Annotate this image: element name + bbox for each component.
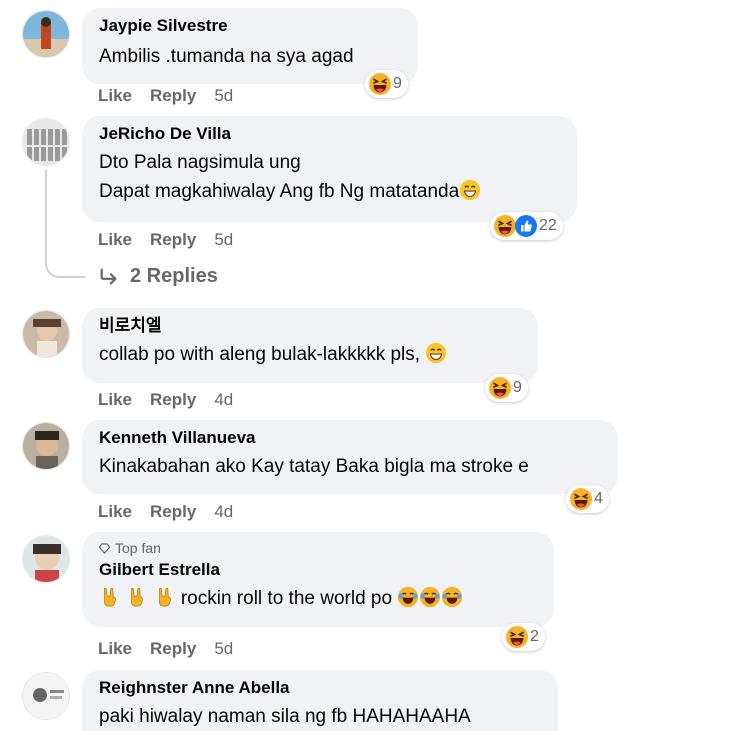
- comment-actions: Like Reply 5d: [98, 639, 233, 659]
- laughing-tears-icon: [441, 586, 463, 608]
- view-replies-button[interactable]: 2 Replies: [98, 265, 218, 288]
- rock-on-hand-icon: [126, 586, 148, 608]
- haha-icon: [368, 72, 392, 96]
- comment-author[interactable]: Kenneth Villanueva: [99, 428, 602, 448]
- comment-author[interactable]: Reighnster Anne Abella: [99, 678, 542, 698]
- view-replies-label: 2 Replies: [130, 265, 218, 287]
- comment-bubble: Top fan Gilbert Estrella rockin roll to …: [82, 532, 554, 627]
- like-button[interactable]: Like: [98, 502, 132, 522]
- like-icon: [514, 214, 538, 238]
- grinning-face-icon: [425, 342, 447, 364]
- reply-button[interactable]: Reply: [150, 230, 196, 250]
- comment-time[interactable]: 4d: [214, 390, 233, 410]
- reply-button[interactable]: Reply: [150, 502, 196, 522]
- rock-on-hand-icon: [154, 586, 176, 608]
- comment-text-part: rockin roll to the world po: [180, 588, 393, 609]
- haha-icon: [569, 487, 593, 511]
- reaction-summary[interactable]: 4: [566, 485, 609, 513]
- avatar[interactable]: [22, 672, 70, 720]
- comment-bubble: 비로치엘 collab po with aleng bulak-lakkkkk …: [82, 308, 538, 383]
- thread-connector: [45, 170, 85, 278]
- comment-time[interactable]: 5d: [214, 86, 233, 106]
- comment-actions: Like Reply 5d: [98, 230, 233, 250]
- avatar[interactable]: [22, 118, 70, 166]
- top-fan-label: Top fan: [115, 540, 161, 556]
- reaction-summary[interactable]: 22: [490, 212, 563, 240]
- comment-author[interactable]: Gilbert Estrella: [99, 560, 538, 580]
- reaction-count: 9: [393, 75, 402, 92]
- comment-time[interactable]: 5d: [214, 639, 233, 659]
- comment-author[interactable]: JeRicho De Villa: [99, 124, 561, 144]
- haha-icon: [505, 625, 529, 649]
- laughing-tears-icon: [397, 586, 419, 608]
- like-button[interactable]: Like: [98, 390, 132, 410]
- comment-text-part: collab po with aleng bulak-lakkkkk pls,: [99, 344, 421, 365]
- comment-text-line: Dapat magkahiwalay Ang fb Ng matatanda: [99, 177, 561, 206]
- comment-bubble: JeRicho De Villa Dto Pala nagsimula ung …: [82, 116, 577, 222]
- comment-text: paki hiwalay naman sila ng fb HAHAHAAHA: [99, 706, 471, 727]
- reply-button[interactable]: Reply: [150, 639, 196, 659]
- comment-text-line: rockin roll to the world po: [99, 584, 538, 613]
- like-button[interactable]: Like: [98, 86, 132, 106]
- haha-icon: [488, 376, 512, 400]
- comment-time[interactable]: 5d: [214, 230, 233, 250]
- comment-text-line: collab po with aleng bulak-lakkkkk pls,: [99, 340, 522, 369]
- comment-author[interactable]: Jaypie Silvestre: [99, 16, 402, 36]
- comment-text: Ambilis .tumanda na sya agad: [99, 46, 354, 67]
- like-button[interactable]: Like: [98, 639, 132, 659]
- reaction-summary[interactable]: 9: [485, 374, 528, 402]
- avatar[interactable]: [22, 535, 70, 583]
- reaction-count: 22: [539, 217, 557, 234]
- comment-author[interactable]: 비로치엘: [99, 316, 522, 336]
- comment-time[interactable]: 4d: [214, 502, 233, 522]
- top-fan-badge[interactable]: Top fan: [99, 540, 538, 556]
- comment-text-part: Dapat magkahiwalay Ang fb Ng matatanda: [99, 181, 460, 202]
- reply-button[interactable]: Reply: [150, 390, 196, 410]
- reaction-summary[interactable]: 9: [365, 70, 408, 98]
- comment-bubble: Reighnster Anne Abella paki hiwalay nama…: [82, 670, 558, 731]
- avatar[interactable]: [22, 422, 70, 470]
- reaction-count: 9: [513, 379, 522, 396]
- rock-on-hand-icon: [99, 586, 121, 608]
- comment-actions: Like Reply 4d: [98, 502, 233, 522]
- like-button[interactable]: Like: [98, 230, 132, 250]
- reaction-count: 4: [594, 490, 603, 507]
- comment-actions: Like Reply 5d: [98, 86, 233, 106]
- comment-actions: Like Reply 4d: [98, 390, 233, 410]
- laughing-tears-icon: [419, 586, 441, 608]
- reply-button[interactable]: Reply: [150, 86, 196, 106]
- comment-text: Kinakabahan ako Kay tatay Baka bigla ma …: [99, 456, 529, 477]
- avatar[interactable]: [22, 310, 70, 358]
- avatar[interactable]: [22, 10, 70, 58]
- diamond-icon: [99, 542, 110, 554]
- grinning-face-icon: [459, 179, 481, 201]
- comment-text-line: Dto Pala nagsimula ung: [99, 152, 301, 173]
- reply-arrow-icon: [100, 268, 117, 285]
- reaction-summary[interactable]: 2: [502, 623, 545, 651]
- reaction-count: 2: [530, 628, 539, 645]
- comment-bubble: Kenneth Villanueva Kinakabahan ako Kay t…: [82, 420, 618, 494]
